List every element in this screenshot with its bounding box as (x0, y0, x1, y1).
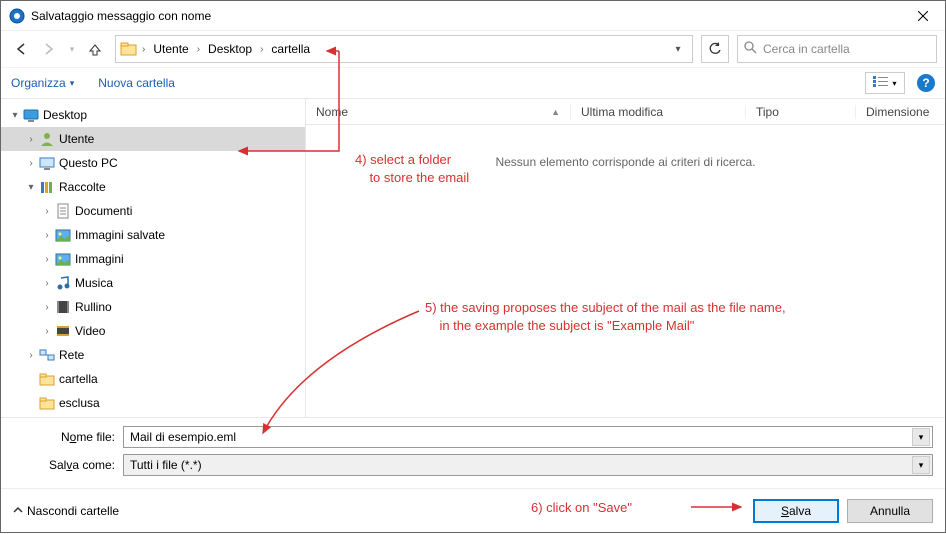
folder-icon (120, 40, 138, 58)
col-modified[interactable]: Ultima modifica (571, 105, 746, 119)
cancel-button[interactable]: Annulla (847, 499, 933, 523)
expand-icon[interactable]: ▾ (7, 110, 23, 121)
save-button[interactable]: Salva (753, 499, 839, 523)
footer: Nascondi cartelle Salva Annulla (1, 488, 945, 532)
nav-row: ▾ › Utente › Desktop › cartella ▾ Cerca … (1, 31, 945, 67)
address-dropdown[interactable]: ▾ (668, 44, 688, 55)
expand-icon[interactable]: › (39, 230, 55, 241)
col-type[interactable]: Tipo (746, 105, 856, 119)
pictures-icon (55, 227, 71, 243)
pictures-icon (55, 251, 71, 267)
expand-icon[interactable]: ▾ (23, 182, 39, 193)
folder-icon (39, 395, 55, 411)
breadcrumb-segment[interactable]: Utente (147, 42, 194, 56)
libraries-icon (39, 179, 55, 195)
filename-dropdown[interactable]: ▾ (912, 428, 930, 446)
toolbar: Organizza ▾ Nuova cartella ▾ ? (1, 67, 945, 99)
window-title: Salvataggio messaggio con nome (31, 9, 900, 23)
app-icon (9, 8, 25, 24)
desktop-icon (23, 107, 39, 123)
tree-item-music[interactable]: › Musica (1, 271, 305, 295)
film-icon (55, 299, 71, 315)
refresh-button[interactable] (701, 35, 729, 63)
expand-icon[interactable]: › (39, 278, 55, 289)
network-icon (39, 347, 55, 363)
user-icon (39, 131, 55, 147)
new-folder-button[interactable]: Nuova cartella (98, 76, 175, 90)
tree-item-images[interactable]: › Immagini (1, 247, 305, 271)
chevron-down-icon: ▾ (892, 79, 896, 88)
expand-icon[interactable]: › (39, 302, 55, 313)
forward-button[interactable] (37, 37, 61, 61)
search-placeholder: Cerca in cartella (763, 42, 850, 56)
chevron-right-icon: › (140, 44, 147, 55)
address-bar[interactable]: › Utente › Desktop › cartella ▾ (115, 35, 693, 63)
folder-icon (39, 371, 55, 387)
col-size[interactable]: Dimensione (856, 105, 945, 119)
hide-folders-button[interactable]: Nascondi cartelle (13, 504, 119, 518)
tree-item-cartella[interactable]: cartella (1, 367, 305, 391)
empty-message: Nessun elemento corrisponde ai criteri d… (495, 155, 755, 169)
video-icon (55, 323, 71, 339)
back-button[interactable] (9, 37, 33, 61)
computer-icon (39, 155, 55, 171)
titlebar: Salvataggio messaggio con nome (1, 1, 945, 31)
search-input[interactable]: Cerca in cartella (737, 35, 937, 63)
search-icon (744, 41, 757, 57)
up-button[interactable] (83, 37, 107, 61)
main-pane: Nome ▲ Ultima modifica Tipo Dimensione N… (306, 99, 945, 417)
annotation-4: 4) select a folder to store the email (355, 151, 469, 186)
organize-menu[interactable]: Organizza ▾ (11, 76, 74, 90)
chevron-right-icon: › (195, 44, 202, 55)
column-headers[interactable]: Nome ▲ Ultima modifica Tipo Dimensione (306, 99, 945, 125)
tree-item-cameraroll[interactable]: › Rullino (1, 295, 305, 319)
expand-icon[interactable]: › (23, 158, 39, 169)
tree-item-desktop[interactable]: ▾ Desktop (1, 103, 305, 127)
music-icon (55, 275, 71, 291)
recent-dropdown[interactable]: ▾ (65, 37, 79, 61)
chevron-right-icon: › (258, 44, 265, 55)
view-mode-button[interactable]: ▾ (865, 72, 905, 94)
tree-item-thispc[interactable]: › Questo PC (1, 151, 305, 175)
tree-item-documents[interactable]: › Documenti (1, 199, 305, 223)
tree-item-video[interactable]: › Video (1, 319, 305, 343)
filename-input[interactable]: Mail di esempio.eml ▾ (123, 426, 933, 448)
expand-icon[interactable]: › (23, 350, 39, 361)
close-button[interactable] (900, 1, 945, 31)
annotation-6: 6) click on "Save" (531, 499, 632, 517)
tree-item-user[interactable]: › Utente (1, 127, 305, 151)
breadcrumb-segment[interactable]: Desktop (202, 42, 258, 56)
savetype-dropdown[interactable]: ▾ (912, 456, 930, 474)
col-name[interactable]: Nome ▲ (306, 105, 571, 119)
expand-icon[interactable]: › (39, 326, 55, 337)
tree-item-libraries[interactable]: ▾ Raccolte (1, 175, 305, 199)
body-area: ▾ Desktop › Utente › Questo PC ▾ Raccolt… (1, 99, 945, 417)
savetype-label: Salva come: (13, 458, 123, 472)
tree-item-saved-images[interactable]: › Immagini salvate (1, 223, 305, 247)
tree-item-esclusa[interactable]: esclusa (1, 391, 305, 415)
folder-tree[interactable]: ▾ Desktop › Utente › Questo PC ▾ Raccolt… (1, 99, 306, 417)
fields-area: Nome file: Mail di esempio.eml ▾ Salva c… (1, 417, 945, 488)
expand-icon[interactable]: › (39, 206, 55, 217)
annotation-5: 5) the saving proposes the subject of th… (425, 299, 786, 334)
savetype-select[interactable]: Tutti i file (*.*) ▾ (123, 454, 933, 476)
list-view-icon (873, 76, 889, 91)
save-as-dialog: Salvataggio messaggio con nome ▾ › Utent… (0, 0, 946, 533)
expand-icon[interactable]: › (39, 254, 55, 265)
chevron-up-icon (13, 504, 23, 518)
chevron-down-icon: ▾ (70, 78, 75, 89)
breadcrumb-segment[interactable]: cartella (265, 42, 316, 56)
tree-item-network[interactable]: › Rete (1, 343, 305, 367)
sort-asc-icon: ▲ (551, 107, 560, 117)
help-button[interactable]: ? (917, 74, 935, 92)
expand-icon[interactable]: › (23, 134, 39, 145)
document-icon (55, 203, 71, 219)
filename-label: Nome file: (13, 430, 123, 444)
